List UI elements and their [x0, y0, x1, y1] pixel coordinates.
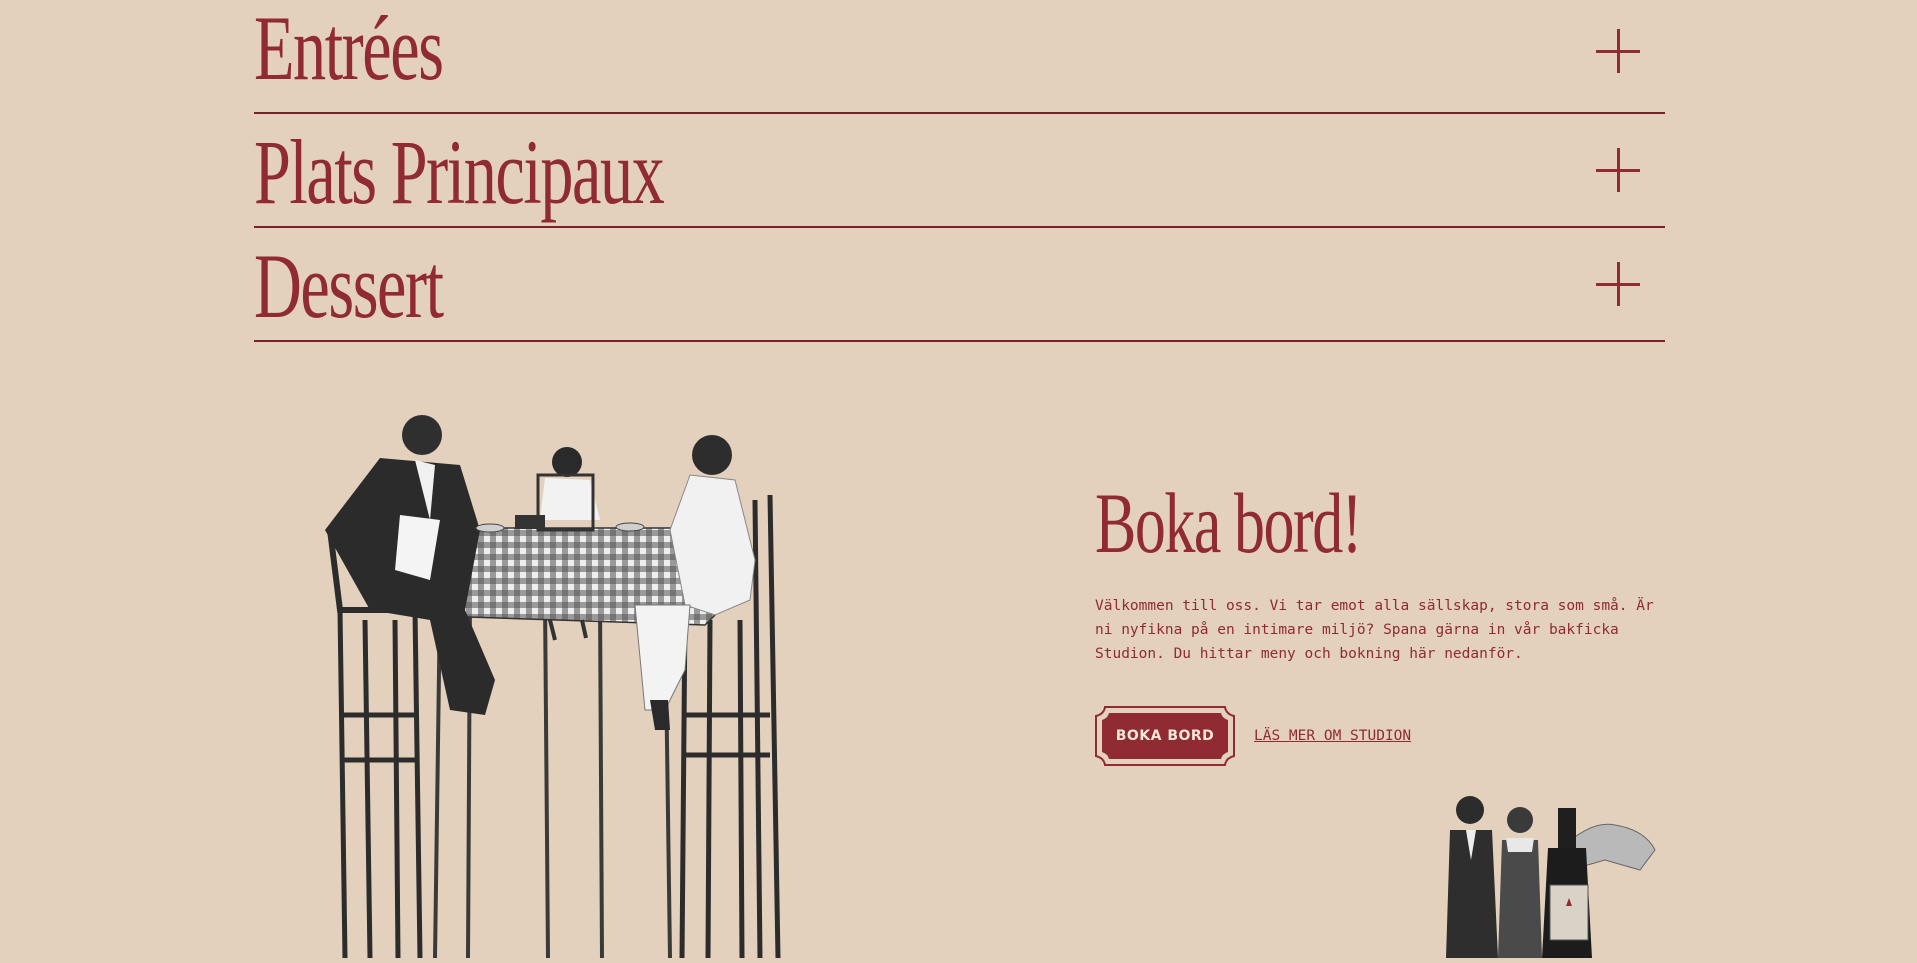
book-table-button-label: BOKA BORD — [1115, 728, 1215, 744]
accordion-title-plats-principaux: Plats Principaux — [254, 121, 665, 223]
menu-accordion: Entrées Plats Principaux Dessert — [254, 0, 1665, 342]
accordion-item-dessert[interactable]: Dessert — [254, 228, 1665, 342]
book-table-button[interactable]: BOKA BORD — [1095, 706, 1235, 766]
accordion-item-plats-principaux[interactable]: Plats Principaux — [254, 114, 1665, 228]
booking-actions: BOKA BORD LÄS MER OM STUDION — [1095, 706, 1411, 766]
accordion-title-entrees: Entrées — [254, 0, 444, 99]
plus-icon[interactable] — [1596, 262, 1640, 306]
plus-icon[interactable] — [1596, 148, 1640, 192]
champagne-couple-illustration — [1440, 790, 1670, 958]
booking-section: Boka bord! Välkommen till oss. Vi tar em… — [1095, 475, 1655, 766]
booking-description: Välkommen till oss. Vi tar emot alla säl… — [1095, 598, 1654, 662]
read-more-studio-link[interactable]: LÄS MER OM STUDION — [1254, 728, 1411, 744]
family-dining-illustration — [310, 410, 810, 959]
booking-heading: Boka bord! — [1095, 475, 1362, 571]
accordion-item-entrees[interactable]: Entrées — [254, 0, 1665, 114]
plus-icon[interactable] — [1596, 29, 1640, 73]
accordion-title-dessert: Dessert — [254, 235, 444, 337]
